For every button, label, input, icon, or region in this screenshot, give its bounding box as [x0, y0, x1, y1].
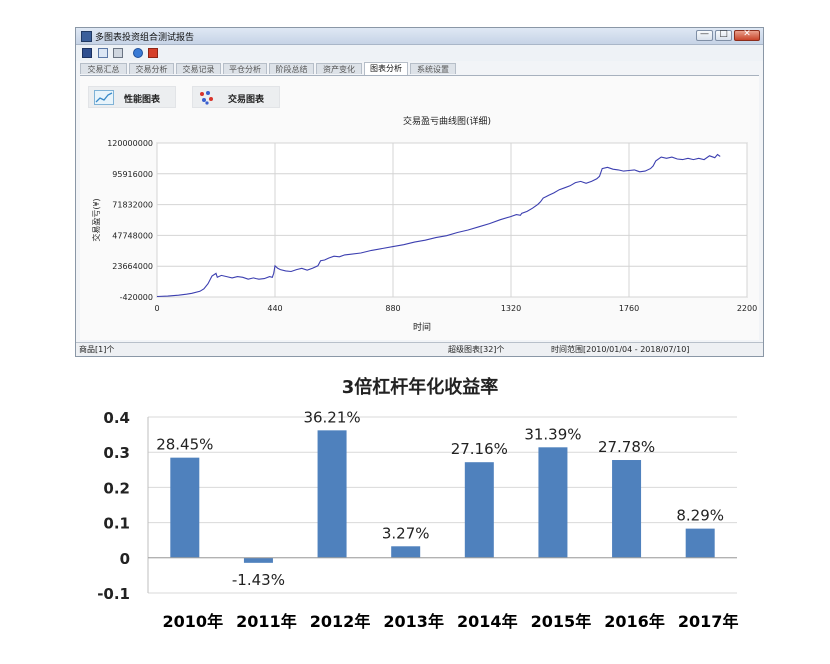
minimize-icon: — [700, 29, 709, 39]
data-label: 27.78% [598, 438, 655, 456]
close-window-button[interactable]: ✕ [734, 29, 760, 41]
bar [464, 462, 494, 558]
close-icon[interactable] [148, 48, 158, 58]
x-axis-label: 时间 [413, 321, 431, 333]
bar [243, 557, 273, 563]
save-icon[interactable] [82, 48, 92, 58]
y-tick-label: 0.2 [103, 479, 130, 497]
data-label: 31.39% [524, 425, 581, 443]
y-tick-label: 47748000 [112, 231, 153, 240]
tab-trade-records[interactable]: 交易记录 [176, 63, 221, 74]
bar [391, 546, 421, 558]
y-tick-label: 0.3 [103, 444, 130, 462]
tab-trade-analysis[interactable]: 交易分析 [129, 63, 174, 74]
x-tick-label: 1760 [619, 304, 639, 313]
x-tick-label: 0 [154, 304, 159, 313]
maximize-icon: □ [719, 29, 728, 39]
status-products: 商品[1]个 [79, 345, 115, 354]
bar [538, 447, 568, 558]
pnl-line-chart: 交易盈亏曲线图(详细) 0 440 880 1320 1760 2200 -420000 236… [91, 115, 757, 333]
status-time-range: 时间范围[2010/01/04 - 2018/07/10] [551, 345, 690, 354]
report-window: 多图表投资组合测试报告 — □ ✕ 交易汇总 交易分析 交易记录 平仓分析 阶段… [75, 27, 764, 357]
x-tick-label: 1320 [501, 304, 521, 313]
app-icon [81, 31, 92, 42]
x-tick-label: 440 [267, 304, 282, 313]
data-label: -1.43% [232, 571, 285, 589]
y-tick-label: -420000 [120, 293, 153, 302]
minimize-button[interactable]: — [696, 29, 713, 41]
bar [317, 430, 347, 558]
close-icon: ✕ [743, 29, 751, 39]
copy-icon[interactable] [98, 48, 108, 58]
print-icon[interactable] [113, 48, 123, 58]
x-tick-label: 2013年 [383, 612, 444, 631]
tab-system-settings[interactable]: 系统设置 [410, 63, 456, 74]
x-tick-label: 2016年 [604, 612, 665, 631]
y-tick-label: 23664000 [112, 262, 153, 271]
data-label: 36.21% [303, 408, 360, 426]
maximize-button[interactable]: □ [715, 29, 732, 41]
y-axis-label: 交易盈亏(¥) [91, 198, 101, 241]
data-label: 28.45% [156, 436, 213, 454]
y-tick-label: 0.1 [103, 515, 130, 533]
x-tick-label: 2015年 [531, 612, 592, 631]
tab-close-analysis[interactable]: 平仓分析 [223, 63, 267, 74]
data-label: 27.16% [451, 440, 508, 458]
x-tick-label: 2014年 [457, 612, 518, 631]
chart-panel: 性能图表 交易图表 交易盈亏曲线图(详细) 0 440 880 1320 1760 2200… [80, 76, 759, 340]
y-tick-label: 0 [120, 550, 130, 568]
leverage-bar-chart: 3倍杠杆年化收益率 -0.1 0 0.1 0.2 0.3 0.4 28.45% 2010年 -1.… [97, 376, 739, 631]
y-tick-label: 0.4 [103, 409, 130, 427]
bar [612, 460, 642, 558]
status-bar: 商品[1]个 超级图表[32]个 时间范围[2010/01/04 - 2018/… [76, 342, 763, 356]
x-tick-label: 2011年 [236, 612, 297, 631]
title-bar: 多图表投资组合测试报告 — □ ✕ [76, 28, 763, 45]
bar [170, 457, 200, 558]
window-title: 多图表投资组合测试报告 [95, 33, 195, 43]
tab-stage-summary[interactable]: 阶段总结 [269, 63, 314, 74]
tab-chart-analysis[interactable]: 图表分析 [364, 62, 408, 75]
data-label: 8.29% [676, 507, 724, 525]
status-charts: 超级图表[32]个 [448, 345, 505, 354]
help-icon[interactable] [133, 48, 143, 58]
bar [685, 528, 715, 558]
x-tick-label: 2200 [737, 304, 757, 313]
x-tick-label: 2017年 [678, 612, 739, 631]
tab-trade-summary[interactable]: 交易汇总 [80, 63, 127, 74]
y-tick-label: -0.1 [97, 585, 130, 603]
bar-chart-title: 3倍杠杆年化收益率 [342, 376, 499, 398]
data-label: 3.27% [382, 524, 430, 542]
line-chart-title: 交易盈亏曲线图(详细) [403, 115, 491, 127]
tab-bar: 交易汇总 交易分析 交易记录 平仓分析 阶段总结 资产变化 图表分析 系统设置 [80, 62, 759, 76]
y-tick-label: 120000000 [107, 139, 153, 148]
toolbar [76, 45, 763, 61]
tab-asset-change[interactable]: 资产变化 [316, 63, 362, 74]
y-tick-label: 71832000 [112, 201, 153, 210]
y-tick-label: 95916000 [112, 170, 153, 179]
x-tick-label: 880 [385, 304, 400, 313]
x-tick-label: 2012年 [310, 612, 371, 631]
x-tick-label: 2010年 [163, 612, 224, 631]
plot-area [156, 142, 748, 298]
